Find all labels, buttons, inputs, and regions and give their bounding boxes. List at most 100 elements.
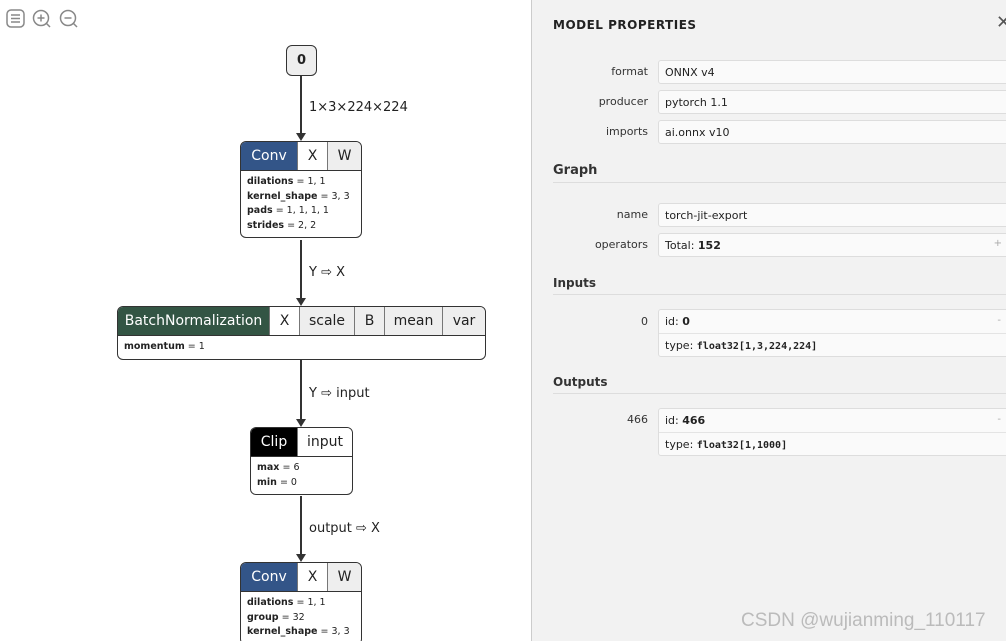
node-batchnormalization[interactable]: BatchNormalization Xscale Bmean var momentum… <box>117 306 486 360</box>
node-input-x[interactable]: X <box>297 142 327 170</box>
attr-value: 1 <box>198 341 205 352</box>
input-type: type: float32[1,3,224,224] <box>659 333 1006 356</box>
prop-operators: operators Total: 152 + <box>532 233 1006 259</box>
node-input-var[interactable]: var <box>442 307 485 335</box>
graph-canvas[interactable]: 0 1×3×224×224 Y ⇨ X Y ⇨ input output ⇨ X Con… <box>0 0 531 641</box>
attr-name: strides <box>247 219 285 231</box>
edge-line[interactable] <box>300 496 302 555</box>
node-input-mean[interactable]: mean <box>384 307 442 335</box>
node-op-label[interactable]: Clip <box>251 428 297 456</box>
type-prefix: type: <box>665 339 697 352</box>
prop-value[interactable]: Total: 152 + <box>658 233 1006 257</box>
node-input-b[interactable]: B <box>354 307 384 335</box>
zoom-out-icon[interactable] <box>59 9 79 29</box>
node-header: BatchNormalization Xscale Bmean var <box>118 307 485 336</box>
node-input-x[interactable]: X <box>269 307 299 335</box>
prop-imports: imports ai.onnx v10 <box>532 120 1006 146</box>
output-id: id: 466 - <box>659 409 1006 432</box>
node-input-w[interactable]: W <box>327 142 361 170</box>
type-prefix: type: <box>665 438 697 451</box>
id-value: 466 <box>682 414 706 427</box>
attr-value: 1, 1 <box>307 597 326 608</box>
close-icon[interactable]: ✕ <box>996 12 1006 33</box>
edge-line[interactable] <box>300 360 302 420</box>
attr-value: 3, 3 <box>331 626 350 637</box>
node-attributes: dilations = 1, 1 group = 32 kernel_shape =… <box>241 592 361 641</box>
attr-name: min <box>257 476 277 488</box>
prop-value[interactable]: ONNX v4 <box>658 60 1006 84</box>
expand-button[interactable]: + <box>994 238 1002 249</box>
node-attribute: max = 6 <box>257 462 300 473</box>
prop-value[interactable]: ai.onnx v10 <box>658 120 1006 144</box>
attr-name: momentum <box>124 341 185 352</box>
prop-format: format ONNX v4 <box>532 60 1006 86</box>
edge-label: Y ⇨ input <box>309 386 370 401</box>
attr-value: 3, 3 <box>331 190 350 202</box>
prop-value[interactable]: torch-jit-export <box>658 203 1006 227</box>
attr-name: pads <box>247 205 273 216</box>
arrow-head-icon <box>296 419 306 427</box>
prop-value[interactable]: pytorch 1.1 <box>658 90 1006 114</box>
output-label: 466 <box>627 413 648 426</box>
prop-label: imports <box>605 125 648 138</box>
node-conv[interactable]: Conv X Wdilations = 1, 1 group = 32 kernel_s… <box>240 562 362 641</box>
node-attribute: group = 32 <box>247 611 305 623</box>
attr-value: 0 <box>290 476 297 488</box>
node-input-w[interactable]: W <box>327 563 361 591</box>
arrow-head-icon <box>296 554 306 562</box>
panel-title: MODEL PROPERTIES <box>553 18 697 32</box>
edge-line[interactable] <box>300 240 302 299</box>
output-466-details[interactable]: id: 466 - type: float32[1,1000] <box>658 408 1006 456</box>
node-op-label[interactable]: Conv <box>241 563 297 591</box>
edge-label: 1×3×224×224 <box>309 100 408 115</box>
graph-input-node[interactable]: 0 <box>286 45 317 76</box>
node-header: Conv X W <box>241 563 361 592</box>
edge-line[interactable] <box>300 76 302 134</box>
node-input-scale[interactable]: scale <box>299 307 354 335</box>
prop-label: format <box>611 65 648 78</box>
node-attributes: momentum = 1 <box>118 336 485 359</box>
section-inputs: Inputs <box>553 276 1006 295</box>
node-attribute: dilations = 1, 1 <box>247 597 326 608</box>
node-input-input[interactable]: input <box>297 428 352 456</box>
type-value: float32[1,3,224,224] <box>696 341 818 352</box>
edge-label: Y ⇨ X <box>309 265 346 280</box>
node-attribute: min = 0 <box>257 476 297 488</box>
node-header: Conv X W <box>241 142 361 171</box>
attr-name: dilations <box>247 597 294 608</box>
input-label: 0 <box>641 315 648 328</box>
type-value: float32[1,1000] <box>696 440 788 451</box>
prop-label: name <box>616 208 648 221</box>
menu-icon[interactable] <box>6 9 26 29</box>
id-prefix: id: <box>665 414 683 427</box>
attr-name: max <box>257 462 280 473</box>
attr-name: kernel_shape <box>247 190 318 202</box>
attr-name: kernel_shape <box>247 626 318 637</box>
node-attributes: max = 6 min = 0 <box>251 457 352 494</box>
node-clip[interactable]: Clip input max = 6 min = 0 <box>250 427 353 495</box>
input-0-details[interactable]: id: 0 - type: float32[1,3,224,224] <box>658 309 1006 357</box>
attr-name: dilations <box>247 176 294 187</box>
zoom-in-icon[interactable] <box>32 9 52 29</box>
node-conv[interactable]: Conv X Wdilations = 1, 1 kernel_shape = 3, … <box>240 141 362 238</box>
section-graph: Graph <box>553 163 1006 183</box>
node-op-label[interactable]: BatchNormalization <box>118 307 269 335</box>
edge-label: output ⇨ X <box>309 521 380 536</box>
prop-name: name torch-jit-export <box>532 203 1006 229</box>
attr-name: group <box>247 611 279 623</box>
attr-value: 32 <box>292 611 305 623</box>
arrow-head-icon <box>296 133 306 141</box>
attr-value: 1, 1, 1, 1 <box>286 205 329 216</box>
model-properties-panel: MODEL PROPERTIES ✕ format ONNX v4 produce… <box>531 0 1006 641</box>
node-input-x[interactable]: X <box>297 563 327 591</box>
collapse-button[interactable]: - <box>997 414 1001 425</box>
node-attributes: dilations = 1, 1 kernel_shape = 3, 3 pads … <box>241 171 361 237</box>
node-op-label[interactable]: Conv <box>241 142 297 170</box>
id-value: 0 <box>682 315 690 328</box>
prop-label: operators <box>594 238 648 251</box>
watermark: CSDN @wujianming_110117 <box>741 610 986 631</box>
collapse-button[interactable]: - <box>997 315 1001 326</box>
output-type: type: float32[1,1000] <box>659 432 1006 455</box>
prop-producer: producer pytorch 1.1 <box>532 90 1006 116</box>
attr-value: 6 <box>293 462 300 473</box>
